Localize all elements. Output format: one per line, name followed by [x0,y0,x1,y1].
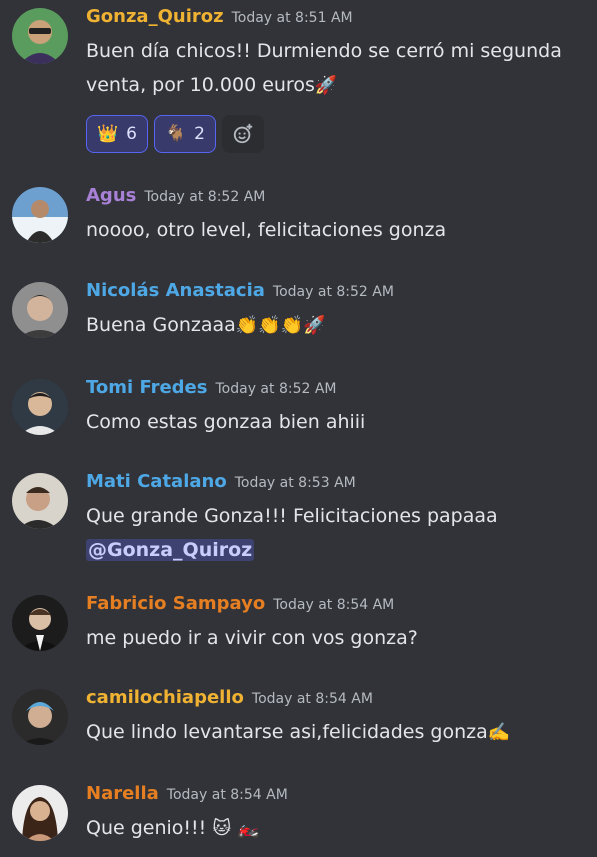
message-line: Que lindo levantarse asi,felicidades gon… [86,721,488,743]
message-line: me puedo ir a vivir con vos gonza? [86,627,418,649]
message-line: venta, por 10.000 euros [86,74,315,96]
message-content: Buen día chicos!! Durmiendo se cerró mi … [86,34,586,103]
timestamp: Today at 8:54 AM [166,787,288,803]
user-mention[interactable]: @Gonza_Quiroz [86,539,255,561]
avatar[interactable] [12,282,68,338]
timestamp: Today at 8:52 AM [272,284,394,300]
timestamp: Today at 8:52 AM [215,381,337,397]
username[interactable]: Nicolás Anastacia [86,280,265,301]
avatar[interactable] [12,689,68,745]
avatar[interactable] [12,8,68,64]
clapping-hands-emoji: 👏 [258,315,281,336]
timestamp: Today at 8:52 AM [144,189,266,205]
username[interactable]: Gonza_Quiroz [86,6,224,27]
username[interactable]: Agus [86,185,136,206]
avatar[interactable] [12,785,68,841]
goat-emoji: 🐐 [165,124,187,144]
username[interactable]: Narella [86,783,159,804]
motorcycle-emoji: 🏍️ [237,818,260,839]
avatar[interactable] [12,595,68,651]
message-line: Buena Gonzaaa [86,314,236,336]
reaction-count: 2 [194,124,205,144]
timestamp: Today at 8:53 AM [234,475,356,491]
avatar[interactable] [12,473,68,529]
rocket-emoji: 🚀 [314,75,338,96]
username[interactable]: Fabricio Sampayo [86,593,265,614]
message-content: noooo, otro level, felicitaciones gonza [86,213,586,247]
message-line: Que grande Gonza!!! Felicitaciones papaa… [86,505,498,527]
username[interactable]: camilochiapello [86,687,244,708]
reaction-button[interactable]: 🐐 2 [154,115,216,153]
message-line: Buen día chicos!! Durmiendo se cerró mi … [86,40,562,62]
reaction-button[interactable]: 👑 6 [86,115,148,153]
username[interactable]: Mati Catalano [86,471,227,492]
message-content: me puedo ir a vivir con vos gonza? [86,621,586,655]
message-line: Como estas gonzaa bien ahiii [86,411,366,433]
message-content: Como estas gonzaa bien ahiii [86,405,586,439]
clapping-hands-emoji: 👏 [280,315,304,336]
message-content: Que lindo levantarse asi,felicidades gon… [86,715,586,750]
cat-emoji: 🐱 [212,818,232,839]
message-content: Que genio!!! 🐱 🏍️ [86,811,586,846]
reaction-count: 6 [126,124,137,144]
crown-emoji: 👑 [97,124,119,144]
message-content: Buena Gonzaaa👏👏👏🚀 [86,308,586,343]
message-line: Que genio!!! [86,817,207,839]
reactions-bar: 👑 6 🐐 2 [86,115,264,153]
add-reaction-icon [233,123,253,144]
writing-hand-emoji: ✍️ [487,722,511,743]
message-line: noooo, otro level, felicitaciones gonza [86,219,447,241]
username[interactable]: Tomi Fredes [86,377,207,398]
add-reaction-button[interactable] [222,115,264,153]
message-content: Que grande Gonza!!! Felicitaciones papaa… [86,499,586,567]
timestamp: Today at 8:54 AM [251,691,373,707]
timestamp: Today at 8:54 AM [273,597,395,613]
avatar[interactable] [12,187,68,243]
timestamp: Today at 8:51 AM [231,10,353,26]
clapping-hands-emoji: 👏 [235,315,259,336]
avatar[interactable] [12,379,68,435]
rocket-emoji: 🚀 [303,315,326,336]
